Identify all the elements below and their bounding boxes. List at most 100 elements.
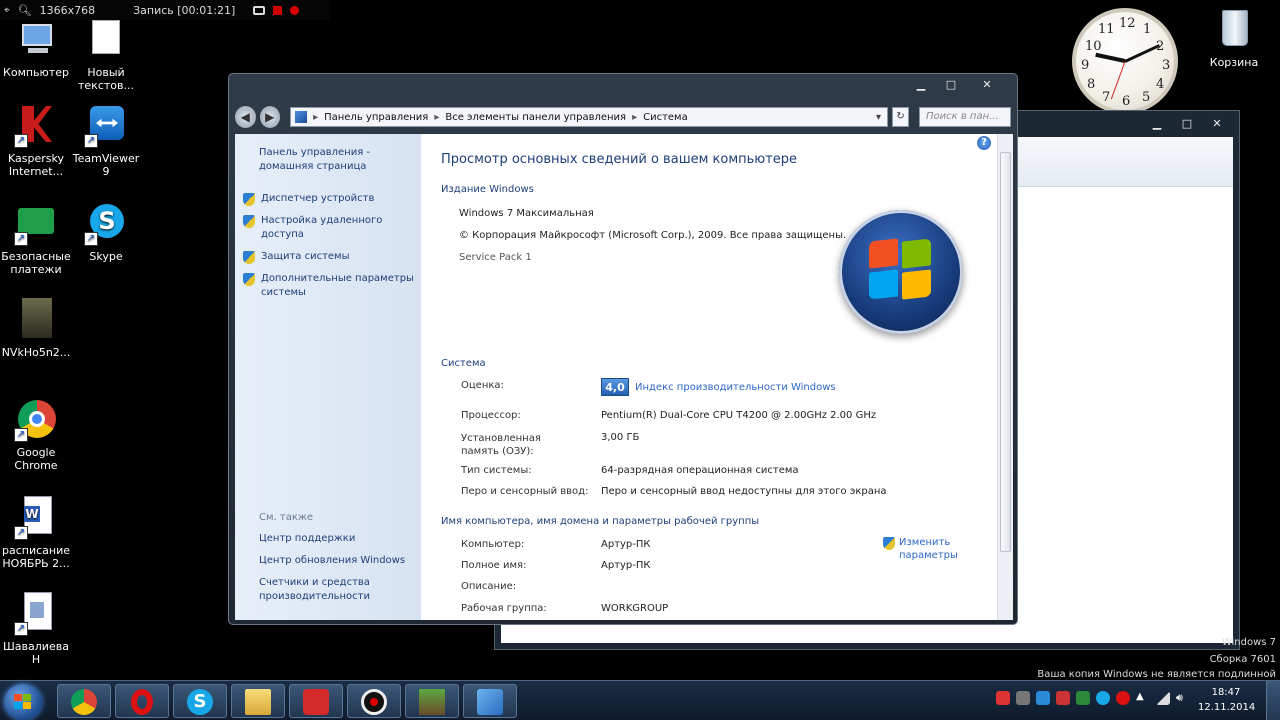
refresh-button[interactable]: ↻ <box>892 107 909 127</box>
system-info-content: Просмотр основных сведений о вашем компь… <box>421 134 997 620</box>
desktop-icon-label: TeamViewer 9 <box>72 152 140 178</box>
maximize-button[interactable]: □ <box>1173 115 1201 133</box>
window-client-area: Панель управления - домашняя страница Ди… <box>235 134 1013 620</box>
system-type-label: Тип системы: <box>461 465 532 476</box>
start-button[interactable] <box>4 684 42 720</box>
breadcrumb-item[interactable]: Система <box>643 112 688 123</box>
desktop-icon-doc-shavalieva[interactable]: ↗ Шавалиева Н <box>0 592 72 666</box>
desktop-icon-safe-money[interactable]: ↗ Безопасные платежи <box>0 202 72 276</box>
see-also-windows-update-link[interactable]: Центр обновления Windows <box>259 554 419 568</box>
task-device-manager[interactable]: Диспетчер устройств <box>243 192 418 206</box>
taskbar-game[interactable] <box>405 684 459 718</box>
task-link[interactable]: Диспетчер устройств <box>261 192 374 206</box>
back-button[interactable]: ◀ <box>235 106 256 128</box>
taskbar-recorder[interactable] <box>347 684 401 718</box>
recorder-resolution: 1366x768 <box>39 3 96 17</box>
change-settings-link[interactable]: Изменить параметры <box>899 536 969 562</box>
service-pack: Service Pack 1 <box>459 252 532 263</box>
desktop-icon-photo[interactable]: NVkHo5n2... <box>0 298 72 359</box>
desktop-icon-new-text[interactable]: Новый текстов... <box>70 18 142 92</box>
desktop-icon-chrome[interactable]: ↗ Google Chrome <box>0 398 72 472</box>
breadcrumb-item[interactable]: Все элементы панели управления <box>445 112 626 123</box>
minimize-button[interactable]: ▁ <box>907 76 935 94</box>
taskbar-skype[interactable]: S <box>173 684 227 718</box>
search-input[interactable]: Поиск в пан... <box>919 107 1011 127</box>
taskbar-chrome[interactable] <box>57 684 111 718</box>
desktop-icon-kaspersky[interactable]: ↗ Kaspersky Internet... <box>0 104 72 178</box>
photo-thumbnail-icon <box>14 298 58 342</box>
taskbar-app[interactable] <box>289 684 343 718</box>
computer-value: Артур-ПК <box>601 539 651 550</box>
taskbar-explorer[interactable] <box>231 684 285 718</box>
desktop-icon-word-doc[interactable]: W ↗ расписание НОЯБРЬ 2... <box>0 496 72 570</box>
task-advanced-settings[interactable]: Дополнительные параметры системы <box>243 272 418 300</box>
maximize-button[interactable]: □ <box>937 76 965 94</box>
address-dropdown-icon[interactable]: ▾ <box>870 112 887 123</box>
taskbar-control-panel[interactable] <box>463 684 517 718</box>
address-bar[interactable]: ▸ Панель управления ▸ Все элементы панел… <box>290 107 889 127</box>
tray-icon[interactable] <box>1016 691 1030 705</box>
full-name-label: Полное имя: <box>461 560 527 571</box>
desktop-icon-label: Google Chrome <box>14 446 58 472</box>
help-icon[interactable]: ? <box>977 136 991 150</box>
recorder-search-icon[interactable]: 🔍︎ <box>18 4 32 17</box>
processor-label: Процессор: <box>461 410 521 421</box>
vertical-scrollbar[interactable] <box>997 134 1013 620</box>
game-icon <box>419 689 445 715</box>
volume-icon[interactable]: 🔊︎ <box>1176 691 1190 705</box>
see-also-action-center-link[interactable]: Центр поддержки <box>259 532 419 546</box>
workgroup-label: Рабочая группа: <box>461 603 547 614</box>
desktop-icon-skype[interactable]: S ↗ Skype <box>70 202 142 263</box>
kaspersky-icon: ↗ <box>14 104 58 148</box>
forward-button[interactable]: ▶ <box>259 106 281 128</box>
desktop-icon-teamviewer[interactable]: ↗ TeamViewer 9 <box>70 104 142 178</box>
breadcrumb-item[interactable]: Панель управления <box>324 112 428 123</box>
clock-numeral: 12 <box>1119 16 1136 31</box>
task-link[interactable]: Дополнительные параметры системы <box>261 272 416 300</box>
tray-icon[interactable] <box>1056 691 1070 705</box>
see-also-performance-link[interactable]: Счетчики и средства производительности <box>259 576 419 604</box>
taskbar-clock[interactable]: 18:47 12.11.2014 <box>1198 685 1256 715</box>
window-controls: ▁ □ ✕ <box>907 76 1007 94</box>
pen-touch-label: Перо и сенсорный ввод: <box>461 486 589 497</box>
app-icon <box>303 689 329 715</box>
desktop-icon-computer[interactable]: Компьютер <box>0 18 72 79</box>
show-desktop-button[interactable] <box>1266 681 1280 720</box>
task-link[interactable]: Защита системы <box>261 250 350 264</box>
recorder-camera-icon[interactable]: ⌖ <box>4 5 10 16</box>
clock-gadget[interactable]: 12 1 2 3 4 5 6 7 8 9 10 11 <box>1072 8 1178 114</box>
change-settings[interactable]: Изменить параметры <box>883 536 969 562</box>
description-label: Описание: <box>461 581 517 592</box>
screenshot-icon[interactable] <box>253 5 266 15</box>
taskbar-date: 12.11.2014 <box>1198 702 1256 713</box>
desktop-icon-label: Новый текстов... <box>78 66 134 92</box>
skype-icon: S ↗ <box>84 202 128 246</box>
task-link[interactable]: Настройка удаленного доступа <box>261 214 391 242</box>
show-hidden-icons-icon[interactable]: ▲ <box>1136 691 1150 705</box>
tray-icon[interactable] <box>1116 691 1130 705</box>
record-icon[interactable] <box>290 5 300 15</box>
see-also-heading: См. также <box>259 512 314 523</box>
minimize-button[interactable]: ▁ <box>1143 115 1171 133</box>
tray-icon[interactable] <box>1076 691 1090 705</box>
performance-index[interactable]: 4,0 Индекс производительности Windows <box>601 378 836 396</box>
scrollbar-thumb[interactable] <box>1000 152 1011 552</box>
performance-index-link[interactable]: Индекс производительности Windows <box>635 382 836 393</box>
task-system-protection[interactable]: Защита системы <box>243 250 418 264</box>
control-panel-home-link[interactable]: Панель управления - домашняя страница <box>259 146 409 174</box>
desktop-icon-recycle-bin[interactable]: Корзина <box>1198 8 1270 69</box>
taskbar-opera[interactable] <box>115 684 169 718</box>
network-icon[interactable] <box>1156 691 1170 705</box>
tray-icon[interactable] <box>996 691 1010 705</box>
stop-icon[interactable] <box>273 5 283 15</box>
system-section-title: Система <box>441 358 486 369</box>
close-button[interactable]: ✕ <box>967 76 1007 94</box>
clock-minute-hand <box>1124 44 1161 63</box>
task-remote-settings[interactable]: Настройка удаленного доступа <box>243 214 418 242</box>
full-name-value: Артур-ПК <box>601 560 651 571</box>
tray-icon[interactable] <box>1036 691 1050 705</box>
close-button[interactable]: ✕ <box>1203 115 1231 133</box>
clock-hour-hand <box>1095 52 1126 63</box>
computer-icon <box>14 18 58 62</box>
tray-icon[interactable] <box>1096 691 1110 705</box>
